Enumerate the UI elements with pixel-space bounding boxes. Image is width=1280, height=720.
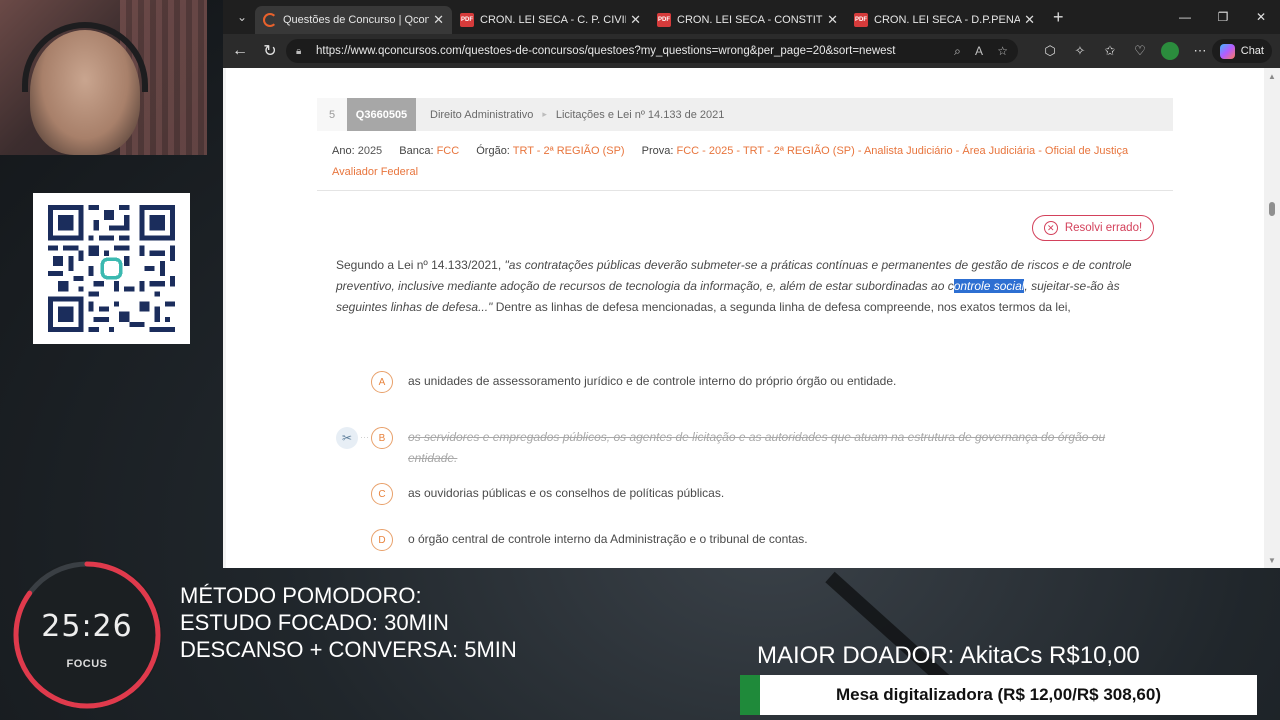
selected-text-highlight: ontrole social [953, 279, 1025, 293]
background-scenery [825, 571, 954, 690]
extensions-area: ⬡ ✧ ✩ ♡ ⋯ [1035, 34, 1215, 68]
page-content: 5 Q3660505 Direito Administrativo ▸ Lici… [226, 68, 1264, 568]
webcam-feed [0, 0, 207, 155]
pomodoro-timer: 25:26 FOCUS [12, 560, 162, 710]
read-aloud-icon[interactable]: A [975, 44, 983, 58]
tab-title: CRON. LEI SECA - C. P. CIVIL.pdf [480, 14, 626, 26]
error-x-icon: ✕ [1043, 221, 1058, 235]
close-window-icon[interactable]: ✕ [1242, 0, 1280, 34]
alternative-text[interactable]: as ouvidorias públicas e os conselhos de… [408, 483, 724, 504]
url-text[interactable]: https://www.qconcursos.com/questoes-de-c… [316, 45, 943, 57]
timer-mode: FOCUS [66, 658, 108, 670]
question-header: 5 Q3660505 Direito Administrativo ▸ Lici… [317, 98, 1173, 131]
refresh-icon[interactable]: ↻ [255, 36, 285, 66]
alternative-text[interactable]: o órgão central de controle interno da A… [408, 529, 808, 550]
pomodoro-line-2: ESTUDO FOCADO: 30MIN [180, 610, 449, 635]
browser-window: ⌄ Questões de Concurso | Qconcursos ✕ PD… [223, 0, 1280, 568]
browser-essentials-icon[interactable]: ♡ [1125, 43, 1155, 59]
result-text: Resolvi errado! [1064, 222, 1143, 234]
question-number: 5 [317, 98, 347, 131]
alternative-letter[interactable]: B [371, 427, 393, 449]
alternative-d[interactable]: D o órgão central de controle interno da… [336, 529, 1156, 551]
tab-title: CRON. LEI SECA - CONSTITUCIONAL [677, 14, 823, 26]
scissors-icon[interactable]: ✂ [336, 427, 358, 449]
browser-toolbar: ← ↻ 🔒︎ https://www.qconcursos.com/questo… [223, 34, 1280, 68]
banca-label: Banca: [399, 145, 434, 157]
donation-qr-code [33, 193, 190, 344]
orgao-label: Órgão: [476, 145, 510, 157]
pdf-icon: PDF [657, 13, 671, 27]
tab-pdf-dp-penal[interactable]: PDF CRON. LEI SECA - D.P.PENAL.pdf ✕ [846, 6, 1043, 34]
close-icon[interactable]: ✕ [827, 12, 838, 28]
alternative-letter[interactable]: C [371, 483, 393, 505]
prova-label: Prova: [641, 145, 674, 157]
tab-pdf-cp-civil[interactable]: PDF CRON. LEI SECA - C. P. CIVIL.pdf ✕ [452, 6, 649, 34]
profile-avatar[interactable] [1161, 42, 1179, 60]
chat-label: Chat [1240, 45, 1264, 57]
pomodoro-line-1: MÉTODO POMODORO: [180, 583, 422, 608]
tab-title: Questões de Concurso | Qconcursos [283, 14, 430, 26]
puzzle-icon[interactable]: ✧ [1065, 43, 1095, 59]
question-statement: Segundo a Lei nº 14.133/2021, "as contra… [336, 255, 1154, 318]
tab-actions-menu-button[interactable]: ⌄ [229, 5, 255, 29]
pomodoro-line-3: DESCANSO + CONVERSA: 5MIN [180, 637, 517, 662]
question-metadata: Ano: 2025 Banca: FCC Órgão: TRT - 2ª REG… [332, 141, 1162, 183]
page-scrollbar[interactable]: ▲ ▼ [1264, 68, 1280, 568]
alternative-text[interactable]: os servidores e empregados públicos, os … [408, 427, 1156, 469]
site-info-icon[interactable]: 🔒︎ [296, 46, 310, 57]
question-topic[interactable]: Licitações e Lei nº 14.133 de 2021 [556, 109, 725, 121]
year-value: 2025 [357, 145, 383, 157]
favorites-icon[interactable]: ✩ [1095, 43, 1125, 59]
tab-qconcursos[interactable]: Questões de Concurso | Qconcursos ✕ [255, 6, 452, 34]
qr-code-image [48, 205, 175, 332]
qconcursos-icon [263, 13, 277, 27]
banca-link[interactable]: FCC [437, 145, 460, 157]
close-icon[interactable]: ✕ [433, 12, 444, 28]
tab-strip: ⌄ Questões de Concurso | Qconcursos ✕ PD… [223, 0, 1280, 34]
close-icon[interactable]: ✕ [1024, 12, 1035, 28]
pdf-icon: PDF [460, 13, 474, 27]
goal-progress-fill [740, 675, 761, 715]
donation-goal-bar: Mesa digitalizadora (R$ 12,00/R$ 308,60) [740, 675, 1257, 715]
scroll-thumb[interactable] [1269, 202, 1275, 216]
timer-time: 25:26 [41, 609, 133, 644]
favorite-star-icon[interactable]: ☆ [997, 44, 1008, 58]
orgao-link[interactable]: TRT - 2ª REGIÃO (SP) [513, 145, 625, 157]
year-label: Ano: [332, 145, 355, 157]
header-divider [317, 190, 1173, 191]
restore-icon[interactable]: ❐ [1204, 0, 1242, 34]
question-id[interactable]: Q3660505 [347, 98, 416, 131]
pdf-icon: PDF [854, 13, 868, 27]
extension-icon[interactable]: ⬡ [1035, 43, 1065, 59]
result-badge: ✕ Resolvi errado! [1032, 215, 1154, 241]
top-donor: MAIOR DOADOR: AkitaCs R$10,00 [757, 642, 1140, 669]
minimize-icon[interactable]: — [1166, 0, 1204, 34]
tab-pdf-constitucional[interactable]: PDF CRON. LEI SECA - CONSTITUCIONAL ✕ [649, 6, 846, 34]
statement-tail: Dentre as linhas de defesa mencionadas, … [492, 300, 1071, 314]
back-arrow-icon[interactable]: ← [225, 36, 255, 66]
window-controls: — ❐ ✕ [1166, 0, 1280, 34]
alternative-letter[interactable]: D [371, 529, 393, 551]
alternative-text[interactable]: as unidades de assessoramento jurídico e… [408, 371, 896, 392]
copilot-icon [1219, 43, 1235, 59]
alternative-b[interactable]: ✂ ··· B os servidores e empregados públi… [336, 427, 1156, 469]
address-bar[interactable]: 🔒︎ https://www.qconcursos.com/questoes-d… [286, 39, 1018, 63]
breadcrumb-separator-icon: ▸ [542, 109, 547, 119]
scroll-down-icon[interactable]: ▼ [1267, 556, 1277, 566]
pomodoro-info: MÉTODO POMODORO: ESTUDO FOCADO: 30MIN DE… [180, 582, 517, 663]
more-options-icon[interactable]: ⋯ [1185, 43, 1215, 59]
alternative-a[interactable]: A as unidades de assessoramento jurídico… [336, 371, 1156, 393]
dotted-connector: ··· [360, 432, 369, 442]
scroll-up-icon[interactable]: ▲ [1267, 72, 1277, 82]
alternative-c[interactable]: C as ouvidorias públicas e os conselhos … [336, 483, 1156, 505]
tab-title: CRON. LEI SECA - D.P.PENAL.pdf [874, 14, 1021, 26]
zoom-icon[interactable]: ⌕ [954, 44, 961, 58]
copilot-chat-button[interactable]: Chat [1211, 39, 1272, 63]
alternative-letter[interactable]: A [371, 371, 393, 393]
close-icon[interactable]: ✕ [630, 12, 641, 28]
new-tab-button[interactable]: + [1053, 7, 1064, 28]
statement-intro: Segundo a Lei nº 14.133/2021, [336, 258, 505, 272]
question-subject[interactable]: Direito Administrativo [430, 109, 533, 121]
goal-label: Mesa digitalizadora (R$ 12,00/R$ 308,60) [835, 685, 1162, 704]
